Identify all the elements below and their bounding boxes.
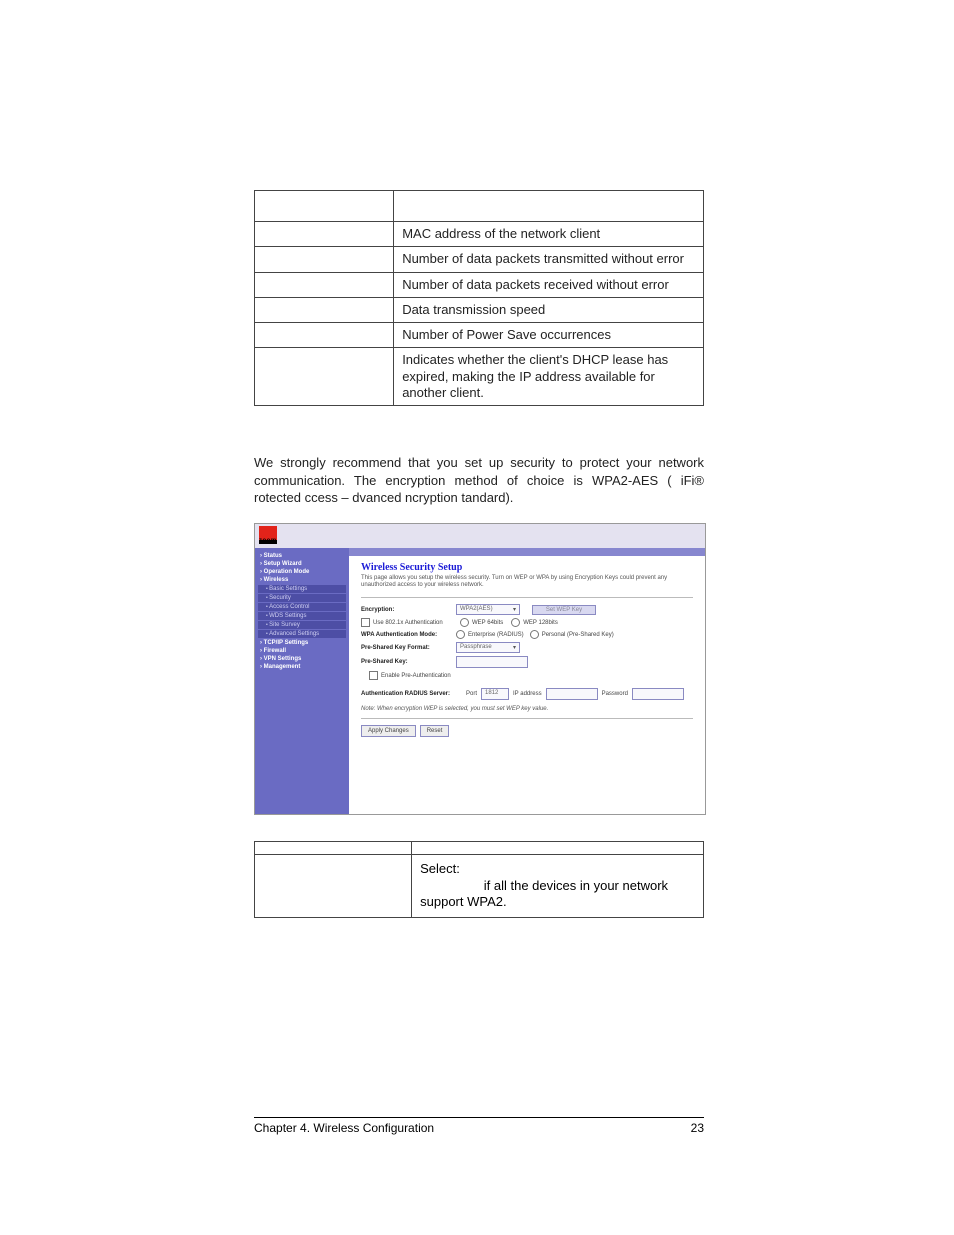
table2-head-right xyxy=(412,841,704,854)
label-wep128: WEP 128bits xyxy=(523,620,558,626)
screenshot-main: Wireless Security Setup This page allows… xyxy=(349,556,705,746)
screenshot-header: zoom xyxy=(255,524,705,549)
definitions-table-1: MAC address of the network client Number… xyxy=(254,190,704,406)
table1-head-left xyxy=(255,191,394,222)
apply-changes-button[interactable]: Apply Changes xyxy=(361,725,416,737)
page-footer: Chapter 4. Wireless Configuration 23 xyxy=(254,1117,704,1135)
footer-chapter: Chapter 4. Wireless Configuration xyxy=(254,1121,434,1135)
sidebar-item-management[interactable]: Management xyxy=(258,663,346,671)
label-port: Port xyxy=(466,691,477,697)
wep64-radio[interactable] xyxy=(460,618,469,627)
personal-radio[interactable] xyxy=(530,630,539,639)
psk-format-select[interactable]: Passphrase xyxy=(456,642,520,653)
encryption-select[interactable]: WPA2(AES) xyxy=(456,604,520,615)
button-row: Apply Changes Reset xyxy=(361,725,693,737)
table-row: Number of data packets transmitted witho… xyxy=(255,247,704,272)
sidebar-sub-access-control[interactable]: Access Control xyxy=(258,603,346,611)
router-admin-screenshot: zoom Status Setup Wizard Operation Mode … xyxy=(254,523,706,815)
row-preauth: Enable Pre-Authentication xyxy=(361,671,693,680)
row-psk: Pre-Shared Key: xyxy=(361,656,693,668)
sidebar-item-operation-mode[interactable]: Operation Mode xyxy=(258,568,346,576)
wep-note: Note: When encryption WEP is selected, y… xyxy=(361,706,693,712)
psk-input[interactable] xyxy=(456,656,528,668)
table1-cell: MAC address of the network client xyxy=(394,222,704,247)
footer-page-number: 23 xyxy=(691,1121,704,1135)
row-radius: Authentication RADIUS Server: Port 1812 … xyxy=(361,688,693,700)
label-radius: Authentication RADIUS Server: xyxy=(361,691,466,697)
ip-input[interactable] xyxy=(546,688,598,700)
table1-cell: Number of Power Save occurrences xyxy=(394,323,704,348)
sidebar-item-firewall[interactable]: Firewall xyxy=(258,647,346,655)
screenshot-sidebar: Status Setup Wizard Operation Mode Wirel… xyxy=(255,548,349,814)
row-wpa-auth: WPA Authentication Mode: Enterprise (RAD… xyxy=(361,630,693,639)
table-row: Indicates whether the client's DHCP leas… xyxy=(255,348,704,406)
radius-password-input[interactable] xyxy=(632,688,684,700)
sidebar-item-tcpip[interactable]: TCP/IP Settings xyxy=(258,639,346,647)
label-wep64: WEP 64bits xyxy=(472,620,503,626)
table1-cell: Number of data packets transmitted witho… xyxy=(394,247,704,272)
label-personal: Personal (Pre-Shared Key) xyxy=(542,632,614,638)
table2-head-left xyxy=(255,841,412,854)
brand-logo-text: zoom xyxy=(259,538,277,544)
row-encryption: Encryption: WPA2(AES) Set WEP Key xyxy=(361,604,693,615)
reset-button[interactable]: Reset xyxy=(420,725,450,737)
label-preauth: Enable Pre-Authentication xyxy=(381,673,451,679)
sidebar-sub-basic[interactable]: Basic Settings xyxy=(258,585,346,593)
table-row: Number of data packets received without … xyxy=(255,272,704,297)
table2-cell: Select: if all the devices in your netwo… xyxy=(412,854,704,918)
document-page: MAC address of the network client Number… xyxy=(0,0,954,1235)
select-label: Select: xyxy=(420,861,460,876)
label-enterprise: Enterprise (RADIUS) xyxy=(468,632,524,638)
preauth-checkbox[interactable] xyxy=(369,671,378,680)
wep128-radio[interactable] xyxy=(511,618,520,627)
label-ip: IP address xyxy=(513,691,542,697)
set-wep-key-button[interactable]: Set WEP Key xyxy=(532,605,596,615)
sidebar-sub-security[interactable]: Security xyxy=(258,594,346,602)
sidebar-sub-site-survey[interactable]: Site Survey xyxy=(258,621,346,629)
recommendation-paragraph: We strongly recommend that you set up se… xyxy=(254,454,704,507)
screenshot-separator xyxy=(349,548,705,556)
table1-cell: Data transmission speed xyxy=(394,297,704,322)
row-psk-format: Pre-Shared Key Format: Passphrase xyxy=(361,642,693,653)
row-8021x: Use 802.1x Authentication WEP 64bits WEP… xyxy=(361,618,693,627)
sidebar-item-wireless[interactable]: Wireless xyxy=(258,576,346,584)
panel-title: Wireless Security Setup xyxy=(361,562,693,573)
table1-head-right xyxy=(394,191,704,222)
sidebar-item-setup-wizard[interactable]: Setup Wizard xyxy=(258,560,346,568)
label-password: Password xyxy=(602,691,628,697)
definitions-table-2: Select: if all the devices in your netwo… xyxy=(254,841,704,919)
sidebar-item-status[interactable]: Status xyxy=(258,552,346,560)
label-8021x: Use 802.1x Authentication xyxy=(373,620,460,626)
label-wpa-auth: WPA Authentication Mode: xyxy=(361,632,456,638)
enterprise-radio[interactable] xyxy=(456,630,465,639)
use-8021x-checkbox[interactable] xyxy=(361,618,370,627)
table-row: Select: if all the devices in your netwo… xyxy=(255,854,704,918)
table1-cell: Indicates whether the client's DHCP leas… xyxy=(394,348,704,406)
sidebar-sub-advanced[interactable]: Advanced Settings xyxy=(258,630,346,638)
label-encryption: Encryption: xyxy=(361,607,456,613)
panel-description: This page allows you setup the wireless … xyxy=(361,575,693,589)
label-psk-format: Pre-Shared Key Format: xyxy=(361,645,456,651)
table-row: MAC address of the network client xyxy=(255,222,704,247)
sidebar-sub-wds[interactable]: WDS Settings xyxy=(258,612,346,620)
sidebar-item-vpn[interactable]: VPN Settings xyxy=(258,655,346,663)
table-row: Data transmission speed xyxy=(255,297,704,322)
table-row: Number of Power Save occurrences xyxy=(255,323,704,348)
table1-cell: Number of data packets received without … xyxy=(394,272,704,297)
port-input[interactable]: 1812 xyxy=(481,688,509,700)
select-row-text: if all the devices in your network suppo… xyxy=(420,878,668,910)
label-psk: Pre-Shared Key: xyxy=(361,659,456,665)
